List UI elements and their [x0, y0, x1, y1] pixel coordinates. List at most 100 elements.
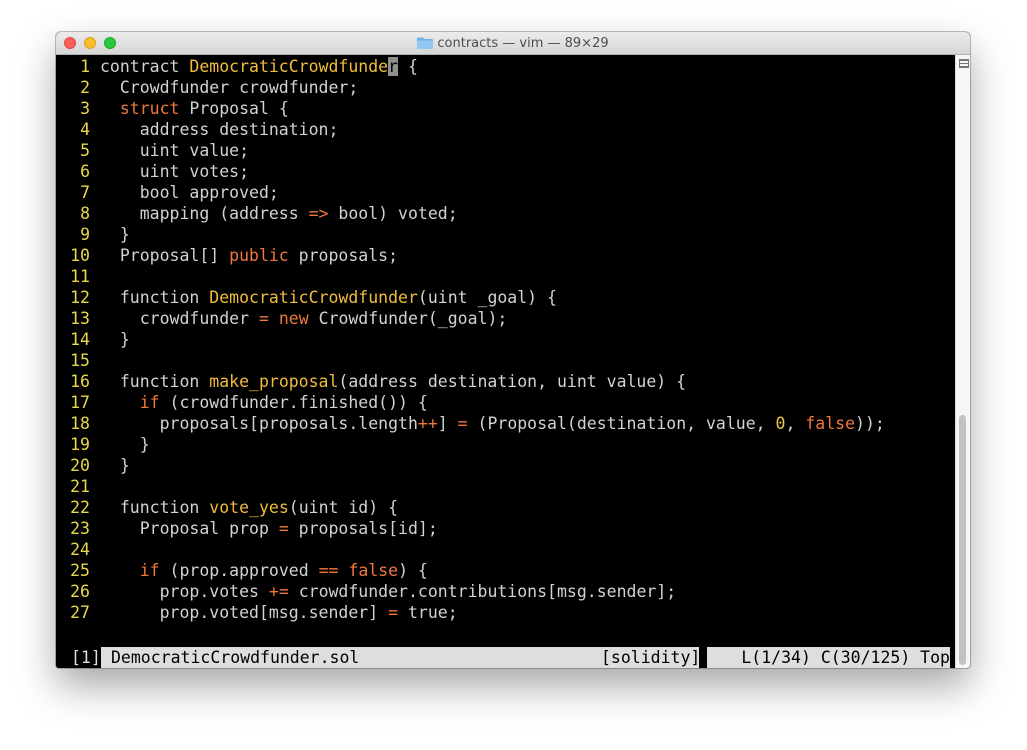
- code-token: =>: [308, 204, 329, 223]
- line-number: 21: [70, 477, 90, 496]
- title-bar[interactable]: contracts — vim — 89×29: [56, 32, 970, 55]
- code-token: {: [398, 57, 418, 76]
- code-line[interactable]: 25 if (prop.approved == false) {: [56, 560, 956, 581]
- code-token: false: [348, 561, 399, 580]
- code-token: address destination;: [100, 120, 339, 139]
- code-line[interactable]: 8 mapping (address => bool) voted;: [56, 203, 956, 224]
- code-line[interactable]: 3 struct Proposal {: [56, 98, 956, 119]
- code-token: proposals[id];: [288, 519, 438, 538]
- terminal-window: contracts — vim — 89×29 1 contract Democr…: [56, 32, 970, 668]
- code-line[interactable]: 22 function vote_yes(uint id) {: [56, 497, 956, 518]
- code-token: vote_yes: [209, 498, 289, 517]
- code-token: false: [805, 414, 856, 433]
- code-line[interactable]: 15: [56, 350, 956, 371]
- line-number: 10: [70, 246, 90, 265]
- code-token: }: [100, 225, 130, 244]
- code-token: struct: [119, 99, 180, 118]
- line-number: 26: [70, 582, 90, 601]
- code-line[interactable]: 14 }: [56, 329, 956, 350]
- code-token: DemocraticCrowdfunder: [209, 288, 418, 307]
- code-token: (uint _goal) {: [417, 288, 557, 307]
- code-line[interactable]: 26 prop.votes += crowdfunder.contributio…: [56, 581, 956, 602]
- code-line[interactable]: 9 }: [56, 224, 956, 245]
- line-number: 27: [70, 603, 90, 622]
- line-number: 3: [80, 99, 90, 118]
- code-line[interactable]: 11: [56, 266, 956, 287]
- statusline-position: L(1/34) C(30/125) Top: [741, 648, 950, 667]
- buffer-number: [1]: [64, 647, 101, 668]
- code-line[interactable]: 16 function make_proposal(address destin…: [56, 371, 956, 392]
- code-line[interactable]: 5 uint value;: [56, 140, 956, 161]
- code-token: Proposal[]: [100, 246, 230, 265]
- vim-statusline: [1] DemocraticCrowdfunder.sol [solidity]…: [64, 647, 950, 668]
- line-number: 15: [70, 351, 90, 370]
- code-token: }: [100, 330, 130, 349]
- line-number: 6: [80, 162, 90, 181]
- code-token: (uint id) {: [288, 498, 399, 517]
- code-line[interactable]: 21: [56, 476, 956, 497]
- code-token: ));: [855, 414, 885, 433]
- code-token: bool) voted;: [328, 204, 458, 223]
- code-token: (crowdfunder.finished()) {: [159, 393, 428, 412]
- code-line[interactable]: 13 crowdfunder = new Crowdfunder(_goal);: [56, 308, 956, 329]
- line-number: 11: [70, 267, 90, 286]
- code-line[interactable]: 23 Proposal prop = proposals[id];: [56, 518, 956, 539]
- code-token: }: [100, 435, 150, 454]
- line-number: 9: [80, 225, 90, 244]
- code-token: =: [278, 519, 289, 538]
- code-line[interactable]: 17 if (crowdfunder.finished()) {: [56, 392, 956, 413]
- code-token: contract: [100, 57, 190, 76]
- code-token: Proposal prop: [100, 519, 279, 538]
- code-line[interactable]: 27 prop.voted[msg.sender] = true;: [56, 602, 956, 623]
- code-token: uint value;: [100, 141, 250, 160]
- split-grip-icon[interactable]: [959, 59, 969, 68]
- vertical-scrollbar[interactable]: [955, 55, 970, 668]
- folder-icon: [417, 37, 434, 49]
- code-line[interactable]: 24: [56, 539, 956, 560]
- code-token: ++: [417, 414, 438, 433]
- code-line[interactable]: 7 bool approved;: [56, 182, 956, 203]
- line-number: 8: [80, 204, 90, 223]
- code-token: ) {: [398, 561, 428, 580]
- vim-editor[interactable]: 1 contract DemocraticCrowdfunder {2 Crowd…: [56, 55, 956, 668]
- line-number: 1: [80, 57, 90, 76]
- line-number: 17: [70, 393, 90, 412]
- code-token: mapping (address: [100, 204, 309, 223]
- code-token: public: [229, 246, 289, 265]
- code-token: Crowdfunder crowdfunder;: [100, 78, 359, 97]
- code-token: crowdfunder.contributions[msg.sender];: [288, 582, 677, 601]
- code-token: =: [388, 603, 399, 622]
- line-number: 12: [70, 288, 90, 307]
- code-token: prop.voted[msg.sender]: [100, 603, 389, 622]
- line-number: 4: [80, 120, 90, 139]
- text-cursor: r: [388, 57, 399, 76]
- code-line[interactable]: 19 }: [56, 434, 956, 455]
- line-number: 24: [70, 540, 90, 559]
- line-number: 2: [80, 78, 90, 97]
- code-token: true;: [398, 603, 458, 622]
- code-line[interactable]: 20 }: [56, 455, 956, 476]
- line-number: 19: [70, 435, 90, 454]
- code-token: ,: [785, 414, 806, 433]
- code-token: function: [100, 372, 210, 391]
- scrollbar-thumb[interactable]: [959, 415, 966, 665]
- code-token: make_proposal: [209, 372, 339, 391]
- code-line[interactable]: 10 Proposal[] public proposals;: [56, 245, 956, 266]
- code-token: if: [139, 393, 160, 412]
- code-line[interactable]: 1 contract DemocraticCrowdfunder {: [56, 56, 956, 77]
- code-line[interactable]: 6 uint votes;: [56, 161, 956, 182]
- code-line[interactable]: 2 Crowdfunder crowdfunder;: [56, 77, 956, 98]
- code-token: (address destination, uint value) {: [338, 372, 687, 391]
- code-token: (prop.approved: [159, 561, 319, 580]
- code-lines[interactable]: 1 contract DemocraticCrowdfunder {2 Crowd…: [56, 56, 956, 623]
- code-line[interactable]: 4 address destination;: [56, 119, 956, 140]
- code-line[interactable]: 12 function DemocraticCrowdfunder(uint _…: [56, 287, 956, 308]
- line-number: 5: [80, 141, 90, 160]
- statusline-filename: DemocraticCrowdfunder.sol: [111, 648, 360, 667]
- statusline-separator: [699, 647, 707, 668]
- code-line[interactable]: 18 proposals[proposals.length++] = (Prop…: [56, 413, 956, 434]
- code-token: function: [100, 288, 210, 307]
- window-title-group: contracts — vim — 89×29: [56, 32, 970, 54]
